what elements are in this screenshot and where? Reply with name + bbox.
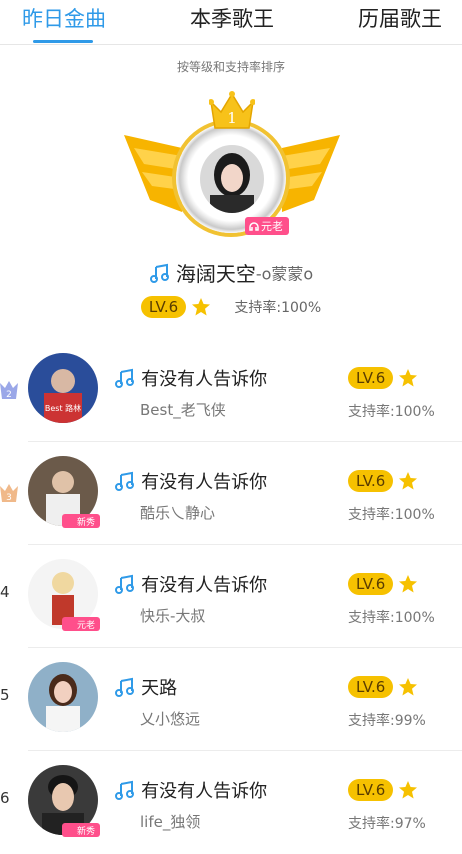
rank-number: 4 — [0, 583, 10, 601]
list-item[interactable]: 3 新秀 有没有人告诉你 酷乐乀静心 LV.6 支持率:100% — [0, 442, 462, 545]
level-group: LV.6 — [348, 470, 418, 492]
level-badge: LV.6 — [348, 367, 394, 389]
veteran-badge: 元老 — [245, 217, 289, 235]
user-name[interactable]: 酷乐乀静心 — [140, 502, 215, 523]
svg-text:Best 路林: Best 路林 — [45, 403, 81, 413]
rank-number: 5 — [0, 686, 10, 704]
song-title-row: 天路 — [114, 674, 177, 700]
veteran-badge: 元老 — [62, 617, 100, 631]
champion-title-row: 海阔天空-o蒙蒙o — [0, 258, 462, 287]
tab-season-king[interactable]: 本季歌王 — [190, 0, 274, 44]
list-item[interactable]: 4 元老 有没有人告诉你 快乐-大叔 LV.6 支持率:100% — [0, 545, 462, 648]
tab-past-kings[interactable]: 历届歌王 — [358, 0, 442, 44]
star-icon — [399, 575, 418, 593]
song-title[interactable]: 有没有人告诉你 — [141, 472, 267, 493]
support-rate: 支持率:99% — [348, 713, 426, 729]
user-name[interactable]: life_独领 — [140, 811, 200, 832]
level-group: LV.6 — [348, 676, 418, 698]
level-group: LV.6 — [348, 367, 418, 389]
avatar[interactable]: Best 路林 — [28, 353, 98, 423]
bronze-crown-icon: 3 — [0, 484, 18, 503]
level-badge: LV.6 — [348, 676, 394, 698]
crown-rank-number: 1 — [227, 109, 237, 127]
svg-text:2: 2 — [6, 390, 12, 400]
support-rate: 支持率:100% — [348, 404, 435, 420]
support-rate: 支持率:100% — [348, 610, 435, 626]
sort-hint: 按等级和支持率排序 — [176, 60, 285, 74]
champion-song-title[interactable]: 海阔天空 — [176, 262, 256, 286]
crown-icon: 1 — [209, 91, 255, 129]
champion-avatar[interactable] — [200, 145, 264, 213]
support-rate: 支持率:97% — [348, 816, 426, 832]
champion-user-name[interactable]: -o蒙蒙o — [256, 265, 313, 284]
star-icon — [399, 781, 418, 799]
music-note-icon — [115, 780, 134, 800]
level-group: LV.6 — [348, 779, 418, 801]
song-title[interactable]: 天路 — [141, 678, 177, 699]
tab-bar: 昨日金曲 本季歌王 历届歌王 — [0, 0, 462, 45]
svg-text:新秀: 新秀 — [77, 516, 95, 528]
song-title[interactable]: 有没有人告诉你 — [141, 369, 267, 390]
champion-card[interactable]: 1 元老 — [0, 90, 462, 240]
avatar[interactable] — [28, 662, 98, 732]
song-title-row: 有没有人告诉你 — [114, 468, 267, 494]
star-icon — [192, 298, 211, 316]
support-rate: 支持率:100% — [234, 300, 322, 316]
tab-yesterday-hits[interactable]: 昨日金曲 — [22, 0, 106, 44]
music-note-icon — [115, 471, 134, 491]
song-title-row: 有没有人告诉你 — [114, 777, 267, 803]
song-title[interactable]: 有没有人告诉你 — [141, 781, 267, 802]
user-name[interactable]: 乂小悠远 — [140, 708, 200, 729]
list-item[interactable]: 5 天路 乂小悠远 LV.6 支持率:99% — [0, 648, 462, 751]
support-rate: 支持率:100% — [348, 507, 435, 523]
newcomer-badge: 新秀 — [62, 514, 100, 528]
list-item[interactable]: 2 Best 路林 有没有人告诉你 Best_老飞侠 LV.6 支持率:100% — [0, 339, 462, 442]
level-badge: LV.6 — [348, 573, 394, 595]
star-icon — [399, 472, 418, 490]
music-note-icon — [115, 368, 134, 388]
song-title-row: 有没有人告诉你 — [114, 571, 267, 597]
music-note-icon — [149, 263, 169, 283]
rank-number: 6 — [0, 789, 10, 807]
user-name[interactable]: 快乐-大叔 — [140, 605, 205, 626]
song-title[interactable]: 有没有人告诉你 — [141, 575, 267, 596]
star-icon — [399, 369, 418, 387]
svg-text:元老: 元老 — [261, 220, 283, 233]
svg-text:元老: 元老 — [77, 619, 95, 631]
level-group: LV.6 — [348, 573, 418, 595]
level-badge: LV.6 — [140, 296, 187, 318]
level-badge: LV.6 — [348, 779, 394, 801]
silver-crown-icon: 2 — [0, 381, 18, 400]
level-badge: LV.6 — [348, 470, 394, 492]
music-note-icon — [115, 574, 134, 594]
user-name[interactable]: Best_老飞侠 — [140, 399, 226, 420]
music-note-icon — [115, 677, 134, 697]
song-title-row: 有没有人告诉你 — [114, 365, 267, 391]
svg-text:3: 3 — [6, 493, 12, 503]
active-tab-indicator — [33, 40, 93, 43]
newcomer-badge: 新秀 — [62, 823, 100, 837]
star-icon — [399, 678, 418, 696]
champion-meta: LV.6 支持率:100% — [0, 296, 462, 318]
svg-text:新秀: 新秀 — [77, 825, 95, 837]
